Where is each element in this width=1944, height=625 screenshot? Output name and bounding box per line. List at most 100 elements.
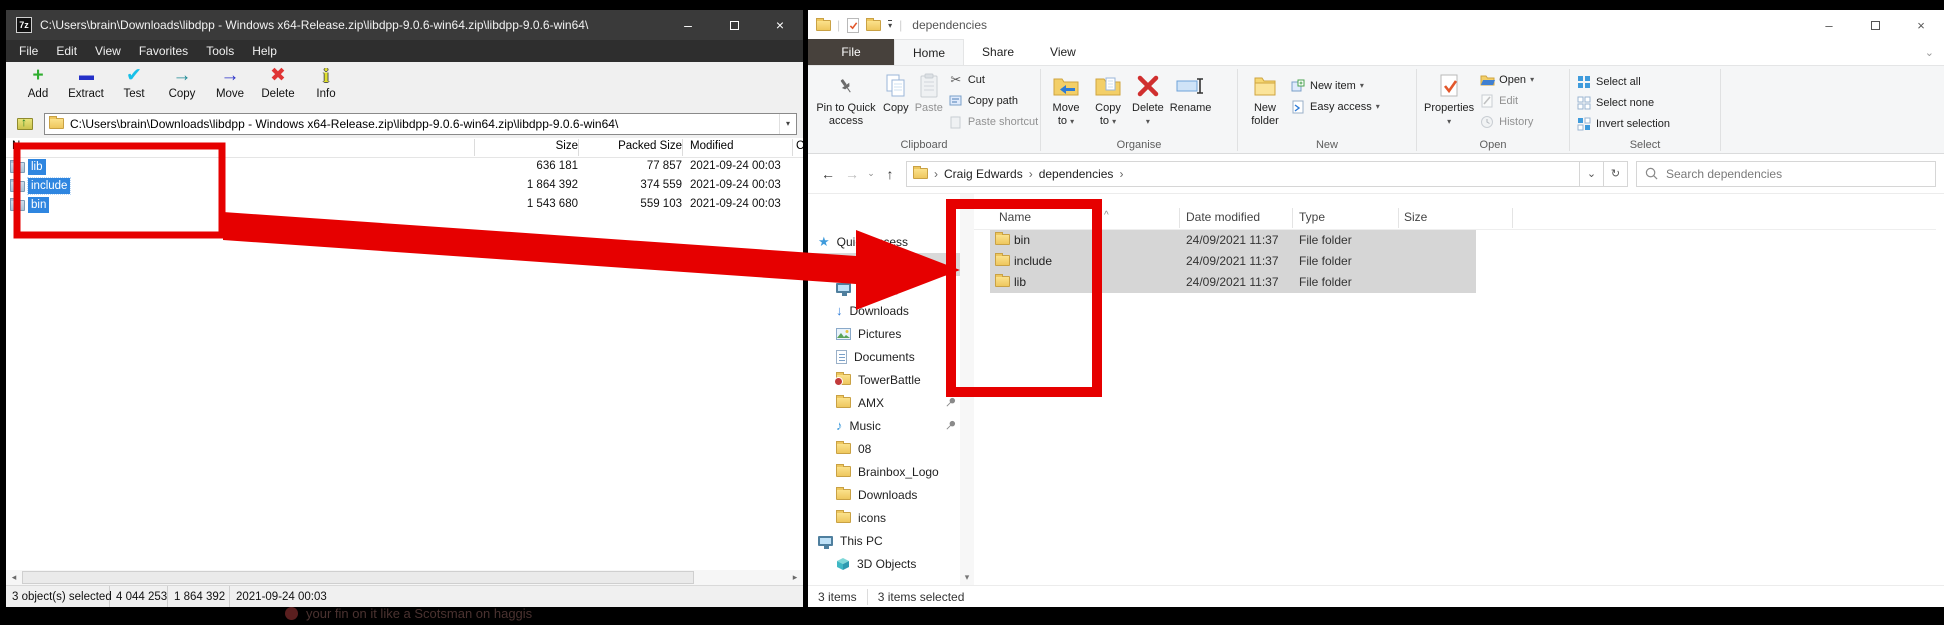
column-header-size[interactable]: Size <box>1404 210 1427 224</box>
tab-home[interactable]: Home <box>894 39 964 65</box>
sz-toolbar-move-button[interactable]: → Move <box>206 65 254 102</box>
column-header-name[interactable]: Name <box>12 140 43 152</box>
file-name[interactable]: include <box>1014 254 1052 268</box>
up-button[interactable]: ↑ <box>878 166 902 182</box>
properties-button[interactable]: Properties▾ <box>1421 69 1477 128</box>
sz-menu-file[interactable]: File <box>10 44 47 58</box>
move-to-button[interactable]: Move to ▾ <box>1045 69 1087 128</box>
sidebar-item-downloads[interactable]: ↓ Downloads <box>808 299 960 322</box>
column-header-type[interactable]: Type <box>1299 210 1325 224</box>
file-name[interactable]: include <box>28 178 70 194</box>
rename-button[interactable]: Rename <box>1167 69 1215 116</box>
explorer-maximize-button[interactable] <box>1852 10 1898 40</box>
sevenzip-minimize-button[interactable]: – <box>665 10 711 40</box>
sz-menu-help[interactable]: Help <box>243 44 286 58</box>
column-header-date-modified[interactable]: Date modified <box>1186 210 1260 224</box>
sz-toolbar-test-button[interactable]: ✔ Test <box>110 65 158 102</box>
pin-to-quick-access-button[interactable]: Pin to Quick access <box>812 69 880 128</box>
sidebar-item-this-pc[interactable]: This PC <box>808 529 960 552</box>
customize-quick-access-icon[interactable]: ▾ <box>888 20 892 30</box>
paste-button[interactable]: Paste <box>912 69 946 116</box>
properties-quick-icon[interactable] <box>847 18 859 33</box>
explorer-minimize-button[interactable]: – <box>1806 10 1852 40</box>
sidebar-item-towerbattle[interactable]: TowerBattle <box>808 368 960 391</box>
delete-button[interactable]: Delete▾ <box>1129 69 1167 128</box>
copy-to-button[interactable]: Copy to ▾ <box>1087 69 1129 128</box>
file-row-lib[interactable]: lib 24/09/2021 11:37 File folder <box>974 272 1936 293</box>
copy-button[interactable]: Copy <box>880 69 912 116</box>
column-header-created[interactable]: C <box>796 140 803 152</box>
file-name[interactable]: bin <box>1014 233 1030 247</box>
file-name[interactable]: lib <box>28 159 46 175</box>
breadcrumb-item-user[interactable]: Craig Edwards <box>944 167 1023 181</box>
sz-toolbar-info-button[interactable]: i Info <box>302 65 350 102</box>
file-row-bin[interactable]: bin 24/09/2021 11:37 File folder <box>974 230 1936 251</box>
new-folder-quick-icon[interactable] <box>866 20 881 31</box>
sidebar-item-quick-access[interactable]: ★ Quick access <box>808 230 960 253</box>
sz-menu-view[interactable]: View <box>86 44 130 58</box>
column-header-packed-size[interactable]: Packed Size <box>526 140 682 152</box>
sidebar-item-music[interactable]: ♪ Music <box>808 414 960 437</box>
tab-view[interactable]: View <box>1032 39 1094 65</box>
sz-file-row[interactable]: include 1 864 392 374 559 2021-09-24 00:… <box>6 177 803 196</box>
column-header-modified[interactable]: Modified <box>690 140 733 152</box>
select-none-button[interactable]: Select none <box>1576 92 1670 113</box>
history-button[interactable]: History <box>1479 111 1534 132</box>
navigation-pane-scrollbar[interactable]: ▾ <box>960 194 974 585</box>
new-folder-button[interactable]: New folder <box>1242 69 1288 128</box>
sz-menu-favorites[interactable]: Favorites <box>130 44 197 58</box>
select-all-button[interactable]: Select all <box>1576 71 1670 92</box>
forward-button[interactable]: → <box>840 166 864 182</box>
breadcrumb[interactable]: › Craig Edwards › dependencies › <box>906 161 1580 187</box>
sz-menu-tools[interactable]: Tools <box>197 44 243 58</box>
sidebar-item-downloads[interactable]: Downloads <box>808 483 960 506</box>
breadcrumb-item-dependencies[interactable]: dependencies <box>1039 167 1114 181</box>
sidebar-item-08[interactable]: 08 <box>808 437 960 460</box>
sidebar-item-brain[interactable]: brain <box>808 253 960 276</box>
file-row-include[interactable]: include 24/09/2021 11:37 File folder <box>974 251 1936 272</box>
file-name[interactable]: bin <box>28 197 49 213</box>
sidebar-item-pictures[interactable]: Pictures <box>808 322 960 345</box>
file-name[interactable]: lib <box>1014 275 1026 289</box>
sevenzip-close-button[interactable]: × <box>757 10 803 40</box>
tab-file[interactable]: File <box>808 39 894 65</box>
sz-toolbar-copy-button[interactable]: → Copy <box>158 65 206 102</box>
edit-button[interactable]: Edit <box>1479 90 1534 111</box>
new-item-button[interactable]: New item ▾ <box>1290 75 1380 96</box>
invert-selection-button[interactable]: Invert selection <box>1576 113 1670 134</box>
sz-file-row[interactable]: lib 636 181 77 857 2021-09-24 00:03 <box>6 158 803 177</box>
sz-toolbar-delete-button[interactable]: ✖ Delete <box>254 65 302 102</box>
scroll-left-icon[interactable]: ◂ <box>6 570 22 585</box>
sidebar-item-3d-objects[interactable]: 3D Objects <box>808 552 960 575</box>
sz-file-row[interactable]: bin 1 543 680 559 103 2021-09-24 00:03 <box>6 196 803 215</box>
explorer-close-button[interactable]: × <box>1898 10 1944 40</box>
address-dropdown-icon[interactable]: ⌄ <box>1580 161 1604 187</box>
scrollbar-thumb[interactable] <box>22 571 694 584</box>
scroll-down-icon[interactable]: ▾ <box>960 572 974 583</box>
sevenzip-horizontal-scrollbar[interactable]: ◂ ▸ <box>6 570 803 585</box>
sz-toolbar-add-button[interactable]: + Add <box>14 65 62 102</box>
copy-path-button[interactable]: Copy path <box>948 90 1038 111</box>
recent-locations-icon[interactable]: ⌄ <box>864 168 878 179</box>
easy-access-button[interactable]: Easy access ▾ <box>1290 96 1380 117</box>
sidebar-item-icons[interactable]: icons <box>808 506 960 529</box>
cut-button[interactable]: ✂ Cut <box>948 69 1038 90</box>
sz-toolbar-extract-button[interactable]: ▬ Extract <box>62 65 110 102</box>
sevenzip-up-folder-button[interactable] <box>12 113 38 135</box>
sevenzip-maximize-button[interactable] <box>711 10 757 40</box>
paste-shortcut-button[interactable]: Paste shortcut <box>948 111 1038 132</box>
combobox-dropdown-icon[interactable]: ▾ <box>779 114 796 134</box>
ribbon-collapse-icon[interactable]: ⌄ <box>1925 46 1934 59</box>
sidebar-item-amx[interactable]: AMX <box>808 391 960 414</box>
sidebar-item-brainbox-logo[interactable]: Brainbox_Logo <box>808 460 960 483</box>
scroll-right-icon[interactable]: ▸ <box>787 570 803 585</box>
sidebar-item-desktop[interactable]: Desktop <box>808 276 960 299</box>
search-input[interactable]: Search dependencies <box>1636 161 1936 187</box>
column-header-name[interactable]: Name <box>999 210 1031 224</box>
sidebar-item-documents[interactable]: Documents <box>808 345 960 368</box>
back-button[interactable]: ← <box>816 166 840 182</box>
open-button[interactable]: Open ▾ <box>1479 69 1534 90</box>
tab-share[interactable]: Share <box>964 39 1032 65</box>
sz-menu-edit[interactable]: Edit <box>47 44 86 58</box>
sevenzip-path-combobox[interactable]: C:\Users\brain\Downloads\libdpp - Window… <box>44 113 797 135</box>
